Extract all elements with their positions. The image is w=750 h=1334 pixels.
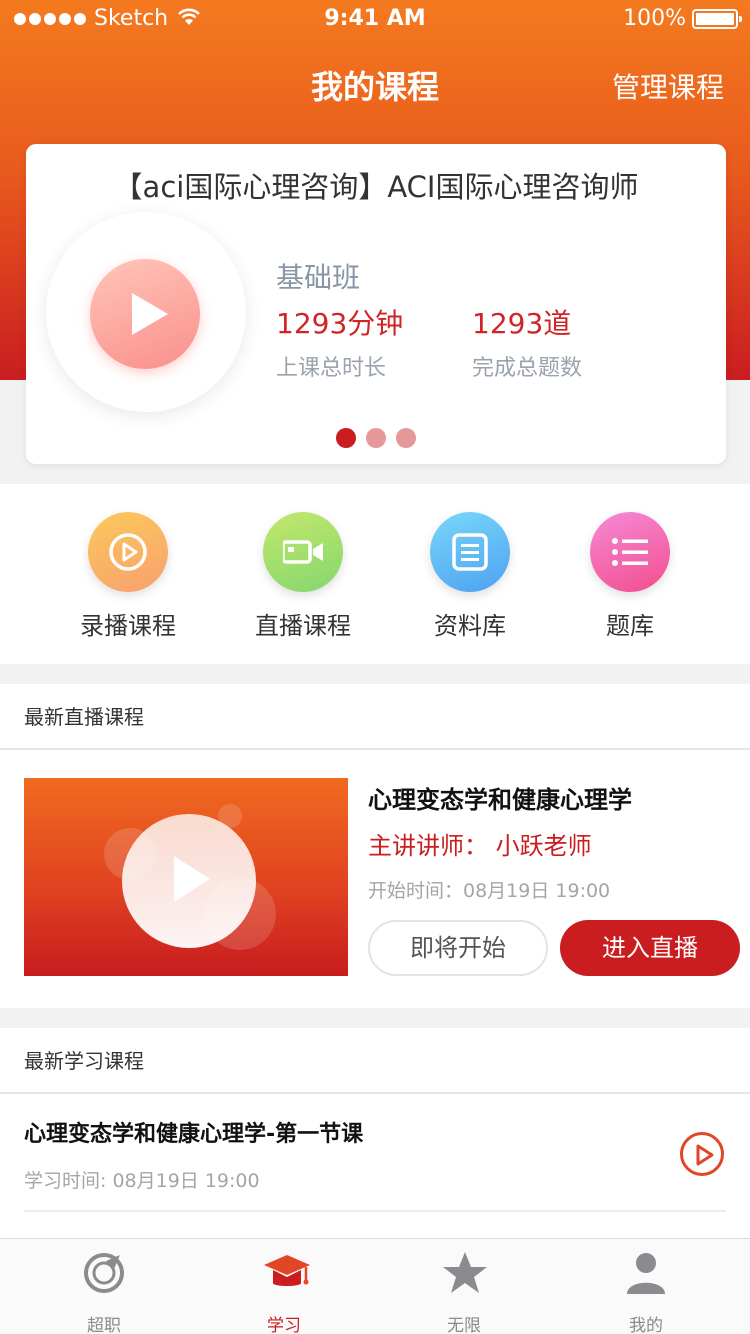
section-heading: 最新直播课程 (0, 684, 750, 750)
section-heading: 最新学习课程 (0, 1028, 750, 1094)
chaozhi-logo-icon (44, 1251, 164, 1301)
course-title: 【aci国际心理咨询】ACI国际心理咨询师 (113, 170, 639, 204)
tab-mine[interactable]: 我的 (586, 1251, 706, 1334)
tab-chaozhi[interactable]: 超职 (44, 1251, 164, 1334)
tab-study[interactable]: 学习 (224, 1251, 344, 1334)
stat-value: 1293分钟 (276, 307, 404, 340)
stat-label: 上课总时长 (276, 356, 387, 381)
document-icon (430, 512, 510, 592)
entry-label: 直播课程 (255, 612, 351, 640)
battery-percent: 100% (623, 6, 686, 31)
live-course-section: 最新直播课程 心理变态学和健康心理学 主讲讲师： 小跃老师 开始时间：08月19… (0, 684, 750, 1008)
person-icon (586, 1251, 706, 1301)
tab-label: 超职 (87, 1316, 121, 1334)
list-icon (590, 512, 670, 592)
status-bar: Sketch 9:41 AM 100% (0, 0, 750, 40)
list-item[interactable]: 心理变态学和健康心理学-第一节课 学习时间: 08月19日 19:00 (24, 1116, 726, 1212)
pager-dot[interactable] (336, 428, 356, 448)
stat-value: 1293道 (472, 307, 572, 340)
tab-label: 无限 (447, 1316, 481, 1334)
tab-bar: 超职 学习 无限 我的 (0, 1238, 750, 1334)
play-icon (122, 814, 256, 948)
live-course-teacher: 主讲讲师： 小跃老师 (368, 832, 592, 860)
stat-total-duration: 1293分钟 上课总时长 (276, 302, 403, 382)
battery-icon (692, 8, 742, 29)
play-icon (90, 259, 200, 369)
learning-course-section: 最新学习课程 心理变态学和健康心理学-第一节课 学习时间: 08月19日 19:… (0, 1028, 750, 1238)
play-circle-icon[interactable] (680, 1132, 724, 1176)
star-icon (404, 1251, 524, 1301)
tab-label: 我的 (629, 1316, 663, 1334)
live-course-title[interactable]: 心理变态学和健康心理学 (368, 780, 632, 815)
pager-dot[interactable] (366, 428, 386, 448)
enter-live-button[interactable]: 进入直播 (560, 920, 740, 976)
stat-label: 完成总题数 (472, 356, 583, 381)
live-course-start-time: 开始时间：08月19日 19:00 (368, 880, 611, 902)
graduation-cap-icon (224, 1251, 344, 1301)
entry-label: 资料库 (434, 612, 506, 640)
learn-course-time: 学习时间: 08月19日 19:00 (24, 1170, 260, 1192)
stat-total-questions: 1293道 完成总题数 (472, 302, 582, 382)
entry-live-courses[interactable]: 直播课程 (228, 512, 378, 641)
coming-soon-button[interactable]: 即将开始 (368, 920, 548, 976)
play-disc[interactable] (46, 212, 246, 412)
quick-entry-grid: 录播课程 直播课程 资料库 题库 (0, 484, 750, 664)
course-summary-card[interactable]: 【aci国际心理咨询】ACI国际心理咨询师 基础班 1293分钟 上课总时长 1… (26, 144, 726, 464)
class-name: 基础班 (276, 261, 361, 294)
entry-question-bank[interactable]: 题库 (555, 512, 705, 641)
carousel-pager (26, 428, 726, 448)
entry-library[interactable]: 资料库 (395, 512, 545, 641)
manage-courses-button[interactable]: 管理课程 (612, 66, 724, 106)
entry-recorded-courses[interactable]: 录播课程 (53, 512, 203, 641)
live-course-thumbnail[interactable] (24, 778, 348, 976)
entry-label: 题库 (606, 612, 654, 640)
pager-dot[interactable] (396, 428, 416, 448)
entry-label: 录播课程 (80, 612, 176, 640)
recorded-play-icon (88, 512, 168, 592)
live-camera-icon (263, 512, 343, 592)
tab-unlimited[interactable]: 无限 (404, 1251, 524, 1334)
tab-label: 学习 (267, 1316, 301, 1334)
learn-course-title: 心理变态学和健康心理学-第一节课 (24, 1122, 364, 1147)
